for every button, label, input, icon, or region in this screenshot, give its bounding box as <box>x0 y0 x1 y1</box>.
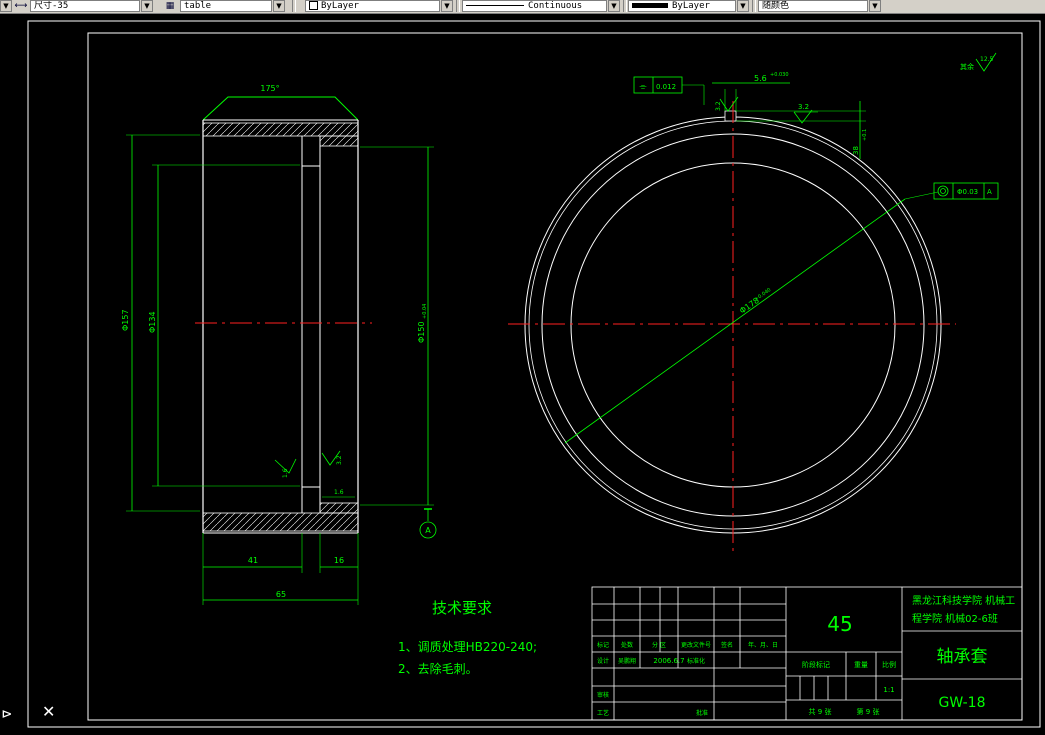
color-value: ByLayer <box>321 1 359 11</box>
top-angle-dim-line <box>202 96 359 121</box>
row-process: 工艺 <box>597 709 609 717</box>
header-count: 处数 <box>621 641 633 649</box>
header-date: 年、月、日 <box>748 641 778 649</box>
material-label: 45 <box>827 612 852 636</box>
hatch-top <box>202 122 359 137</box>
linetype-sample-icon <box>466 5 524 6</box>
rough-1.6-a: 1.6 <box>282 468 289 478</box>
scale-label: 比例 <box>882 660 896 669</box>
dim-41-label: 41 <box>248 556 258 565</box>
toolbar-separator <box>456 0 460 12</box>
toolbar-separator <box>292 0 296 12</box>
dim-5.6-label: 5.6 <box>754 74 767 83</box>
dim-38-label: 38 <box>852 146 860 155</box>
tech-title: 技术要求 <box>432 599 492 617</box>
rough-3.2-c: 3.2 <box>798 103 809 111</box>
chevron-down-icon[interactable]: ▼ <box>441 0 453 12</box>
dropdown-arrow[interactable]: ▼ <box>0 0 12 12</box>
keyway-notch <box>724 110 737 122</box>
weight-label: 重量 <box>854 661 868 669</box>
properties-toolbar: ▼ ⟷ 尺寸-35 ▼ ▦ table ▼ ByLayer ▼ Continuo… <box>0 0 1045 14</box>
header-mark: 标记 <box>597 641 609 649</box>
hatch-bottom <box>202 512 359 532</box>
sheet-number: 第 9 张 <box>857 707 880 716</box>
hatch-bottom-step <box>319 502 359 514</box>
datum-a-label: A <box>425 526 431 535</box>
row-review: 审核 <box>597 691 609 699</box>
concentricity-icon <box>937 185 949 197</box>
chevron-down-icon[interactable]: ▼ <box>141 0 153 12</box>
front-view: Φ178 +0.040 Φ0.03 A ⌯ 0.012 5.6 +0.030 3… <box>508 52 999 553</box>
concentricity-value: Φ0.03 <box>957 188 978 196</box>
dim-16-label: 16 <box>334 556 344 565</box>
color-swatch-icon <box>309 1 318 10</box>
roughness-symbol <box>719 96 739 112</box>
tech-line-1: 1、调质处理HB220-240; <box>398 640 537 654</box>
sheets-total: 共 9 张 <box>809 707 832 716</box>
chevron-down-icon[interactable]: ▼ <box>869 0 881 12</box>
plotstyle-select[interactable]: 随颜色 <box>758 0 868 12</box>
command-cursor-icon: ⊳ <box>2 704 12 723</box>
tech-requirements: 技术要求 1、调质处理HB220-240; 2、去除毛刺。 <box>398 599 537 676</box>
dim-5.6-tolerance: +0.030 <box>770 72 789 78</box>
phi150-tolerance: +0.04 <box>422 304 428 319</box>
dimension-style-icon[interactable]: ⟷ <box>14 0 28 12</box>
school-line-2: 程学院 机械02-6班 <box>912 612 998 625</box>
chevron-down-icon[interactable]: ▼ <box>608 0 620 12</box>
row-design-date: 2006.6.7 <box>653 657 684 665</box>
drawing-number: GW-18 <box>939 695 986 711</box>
ucs-axis-icon: ✕ <box>42 702 56 721</box>
hatch-top-step <box>319 135 359 147</box>
linetype-select[interactable]: Continuous <box>462 0 607 12</box>
linetype-value: Continuous <box>528 1 583 11</box>
scale-value: 1:1 <box>883 686 894 694</box>
phi178-dim-line <box>564 198 906 444</box>
lineweight-select[interactable]: ByLayer <box>628 0 736 12</box>
rough-3.2-b: 3.2 <box>715 101 722 111</box>
dim-38-tolerance: +0.1 <box>862 129 868 141</box>
rough-1.6-b: 1.6 <box>334 489 344 496</box>
lineweight-sample-icon <box>632 3 668 8</box>
toolbar-separator <box>623 0 627 12</box>
tech-line-2: 2、去除毛刺。 <box>398 661 478 676</box>
rough-3.2-a: 3.2 <box>336 455 343 465</box>
flatness-value: 0.012 <box>656 83 676 91</box>
dimstyle-select[interactable]: 尺寸-35 <box>30 0 140 12</box>
row-std: 标准化 <box>687 657 705 665</box>
drawing-canvas[interactable]: 175° Φ157 Φ134 Φ150 +0.04 A 1.6 3.2 1.6 … <box>0 13 1045 735</box>
datum-ref: A <box>987 188 992 196</box>
color-select[interactable]: ByLayer <box>305 0 440 12</box>
phi150-label: Φ150 <box>417 321 426 343</box>
phi178-tolerance: +0.040 <box>754 287 773 303</box>
chevron-down-icon[interactable]: ▼ <box>737 0 749 12</box>
row-designer-name: 吴鹏翔 <box>618 657 636 665</box>
other-rough-label: 其余 <box>960 62 974 71</box>
sheet-outer-border <box>27 20 1041 728</box>
phi134-label: Φ134 <box>148 311 157 333</box>
dim-65-label: 65 <box>276 590 286 599</box>
other-rough-value: 12.5 <box>980 56 994 63</box>
section-view: 175° Φ157 Φ134 Φ150 +0.04 A 1.6 3.2 1.6 … <box>121 84 437 605</box>
part-name: 轴承套 <box>937 647 988 667</box>
top-angle-label: 175° <box>260 84 279 93</box>
lineweight-value: ByLayer <box>672 1 710 11</box>
header-sign: 签名 <box>721 641 733 649</box>
row-design: 设计 <box>597 657 609 665</box>
table-style-icon[interactable]: ▦ <box>163 0 177 12</box>
school-line-1: 黑龙江科技学院 机械工 <box>912 594 1015 607</box>
stage-label: 阶段标记 <box>802 660 830 669</box>
toolbar-separator <box>752 0 756 12</box>
row-approve: 批准 <box>696 709 708 717</box>
phi157-label: Φ157 <box>121 309 130 331</box>
header-zone: 分 区 <box>652 641 666 649</box>
chevron-down-icon[interactable]: ▼ <box>273 0 285 12</box>
flatness-icon: ⌯ <box>639 82 647 92</box>
header-docno: 更改文件号 <box>681 641 711 649</box>
tablestyle-select[interactable]: table <box>180 0 272 12</box>
